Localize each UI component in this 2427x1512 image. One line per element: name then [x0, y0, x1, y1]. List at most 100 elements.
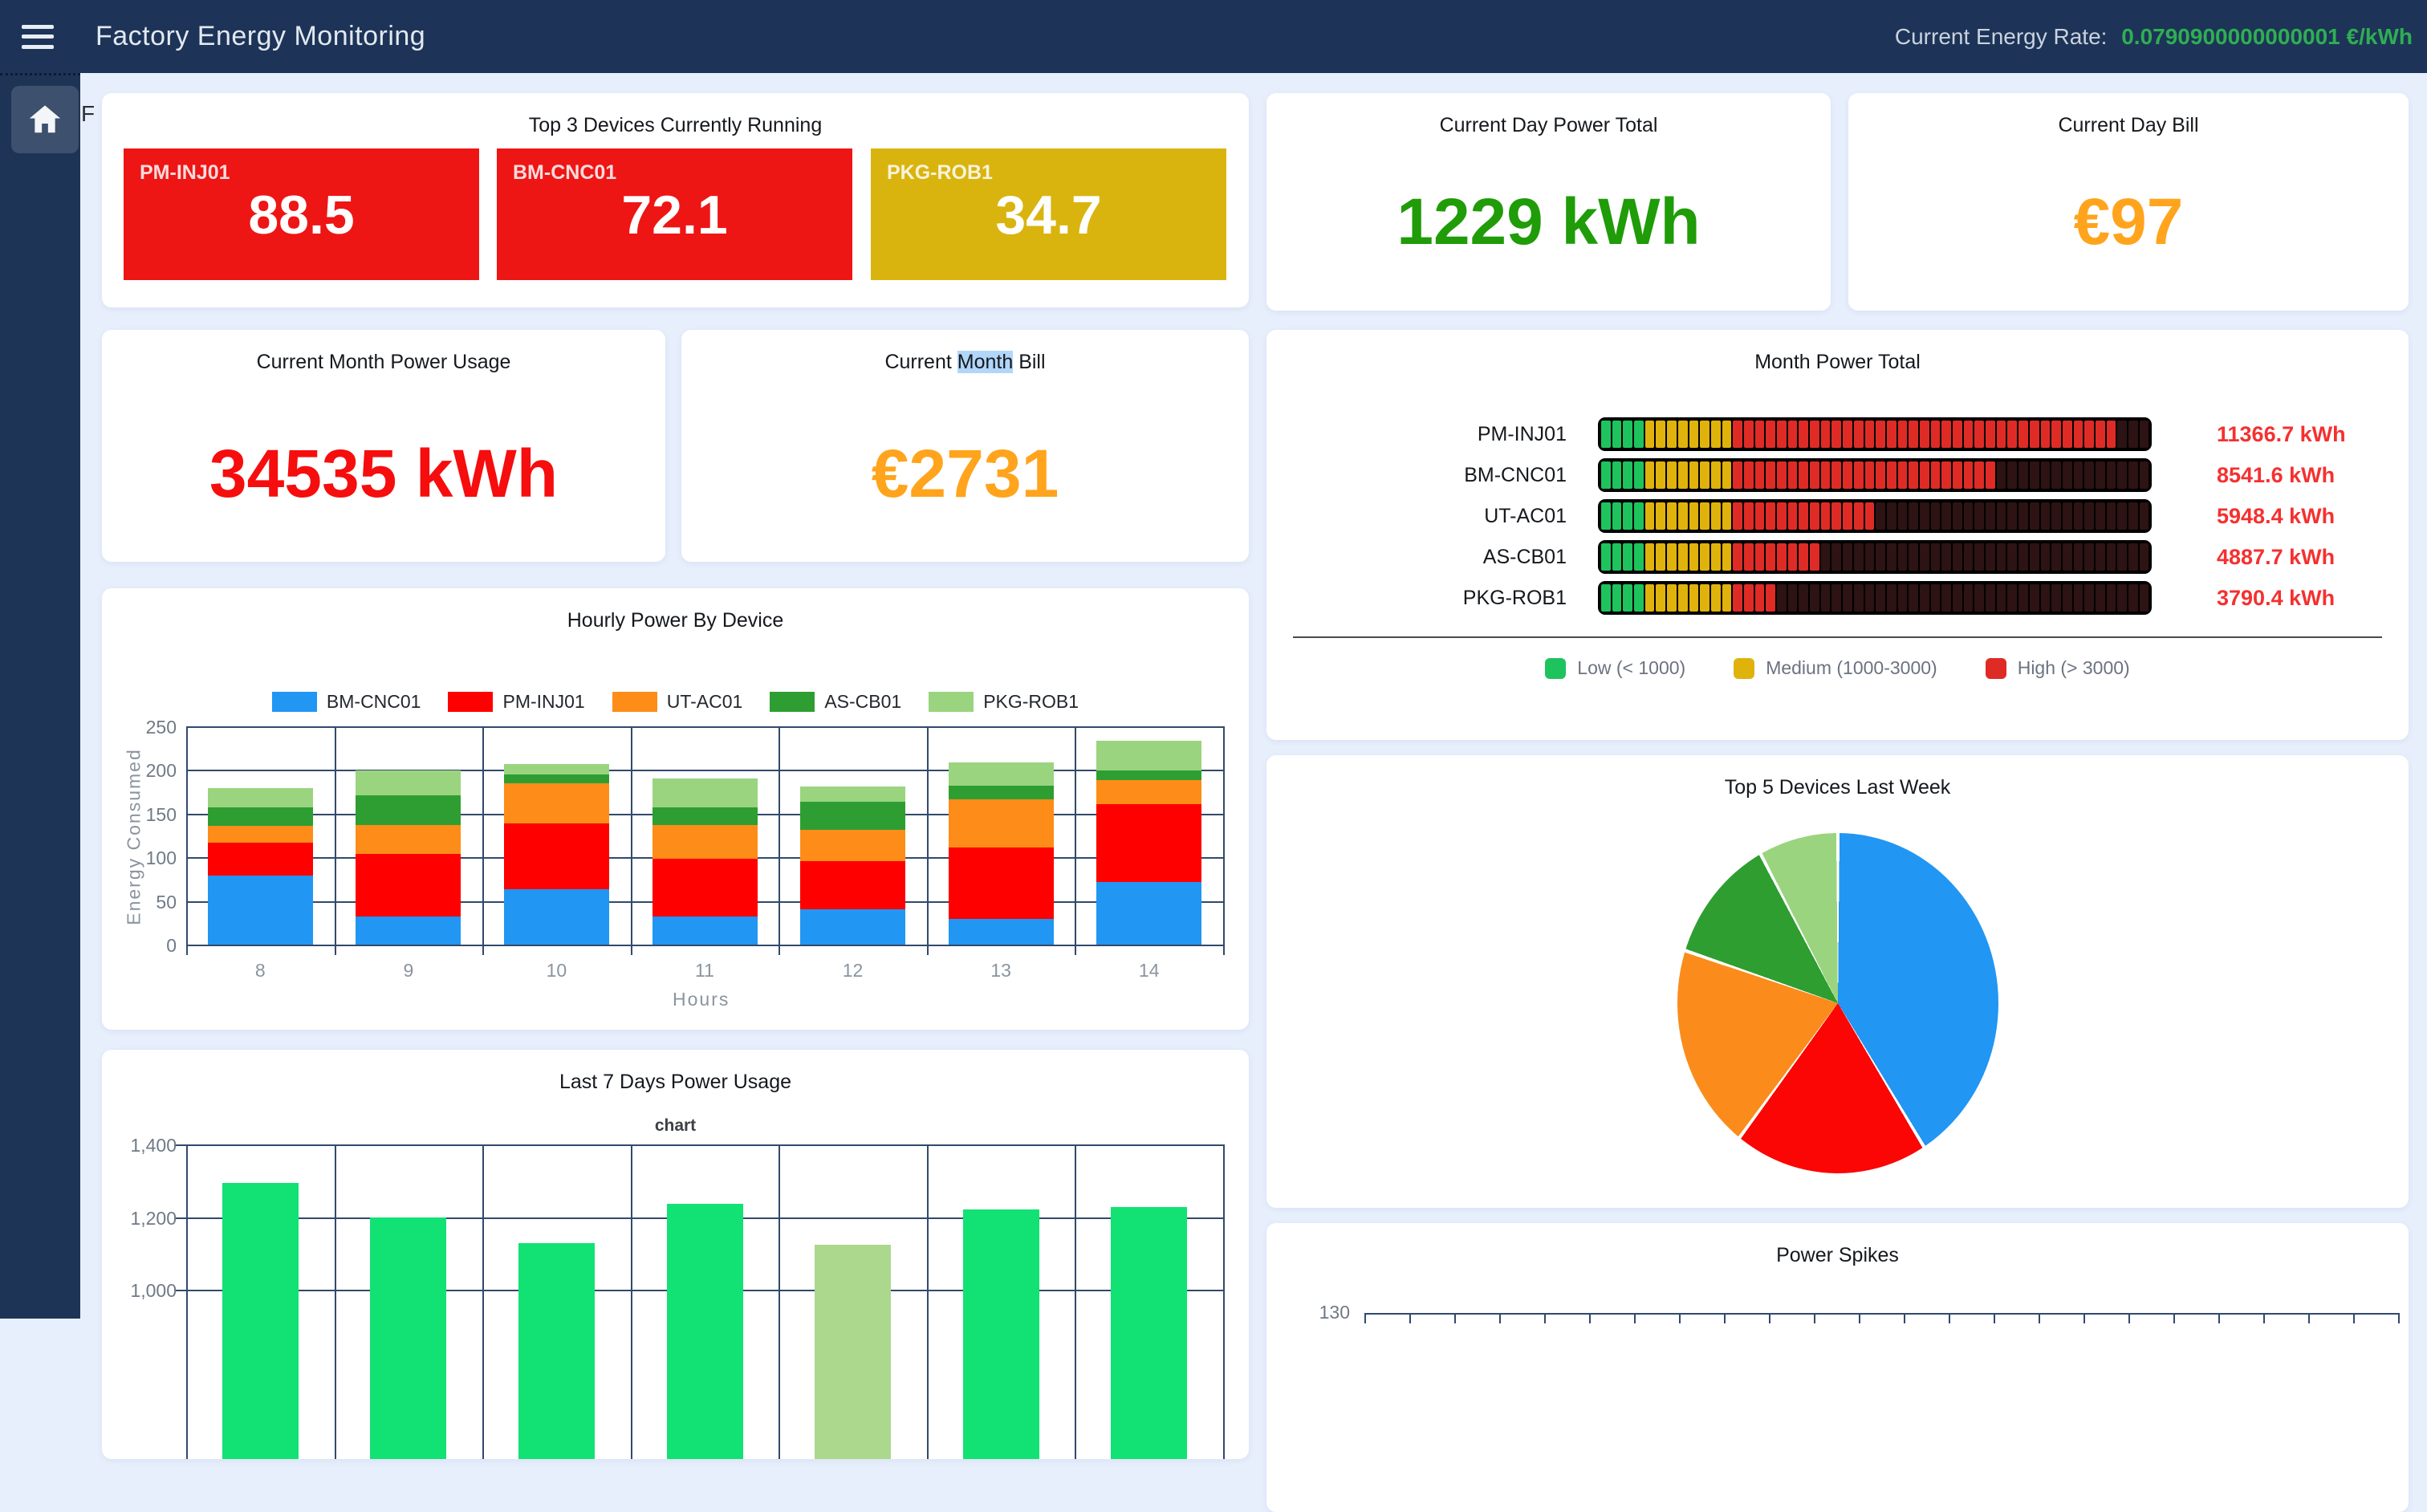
- gauge-segment: [2117, 502, 2127, 530]
- sidebar-item-home[interactable]: [11, 86, 79, 153]
- gauge-segment: [1821, 543, 1831, 571]
- x-axis-tick: [1075, 945, 1076, 955]
- gridline: [927, 1144, 929, 1459]
- gauge-segment: [2007, 502, 2017, 530]
- gridline: [1075, 1144, 1076, 1459]
- gauge-segment: [1810, 421, 1819, 448]
- gauge-segment: [1777, 502, 1787, 530]
- gauge-segment: [2030, 543, 2039, 571]
- stacked-bar-segment: [652, 778, 758, 807]
- gauge-segment: [1843, 461, 1852, 489]
- gauge-segment: [1612, 461, 1622, 489]
- gauge-segment: [1744, 461, 1754, 489]
- gauge-segment: [1821, 421, 1831, 448]
- gauge-row-label: PKG-ROB1: [1299, 587, 1567, 610]
- gauge-segment: [2074, 502, 2083, 530]
- gauge-segment: [1986, 461, 1995, 489]
- gauge-segment: [1711, 543, 1721, 571]
- stacked-bar-segment: [652, 825, 758, 859]
- gauge-segment: [2041, 421, 2051, 448]
- stacked-bar-segment: [800, 909, 905, 945]
- x-axis-tick: [1814, 1313, 1815, 1323]
- gauge-segment: [1974, 502, 1984, 530]
- gridline: [186, 1144, 188, 1459]
- gauge-segment: [1898, 584, 1908, 612]
- stacked-bar-segment: [208, 807, 313, 826]
- stacked-bar-segment: [504, 889, 609, 945]
- gauge-row: PKG-ROB1 3790.4 kWh: [1266, 581, 2409, 615]
- gridline: [631, 1144, 632, 1459]
- gauge-segment: [1931, 461, 1941, 489]
- gauge-segment: [2074, 543, 2083, 571]
- x-axis-title: Hours: [673, 989, 730, 1010]
- page-title: Factory Energy Monitoring: [96, 21, 425, 52]
- y-axis-tick-label: 1,200: [104, 1208, 177, 1230]
- gauge-segment: [2084, 461, 2094, 489]
- gauge-segment: [2051, 584, 2061, 612]
- gauge-segment: [2007, 543, 2017, 571]
- gauge-row-value: 4887.7 kWh: [2217, 545, 2335, 570]
- x-axis-tick: [1499, 1313, 1501, 1323]
- gauge-segment: [1711, 461, 1721, 489]
- gauge-segment: [1821, 584, 1831, 612]
- x-axis-tick: [1859, 1313, 1860, 1323]
- gauge-segment: [2140, 421, 2149, 448]
- gauge-segment: [2074, 461, 2083, 489]
- x-axis-tick-label: 14: [1097, 960, 1201, 982]
- gauge-segment: [1700, 421, 1709, 448]
- gauge-segment: [1931, 421, 1941, 448]
- gauge-segment: [2117, 584, 2127, 612]
- gauge-segment: [2030, 461, 2039, 489]
- gauge-segment: [1909, 584, 1918, 612]
- gauge-segment: [1964, 543, 1974, 571]
- gauge-segment: [1733, 502, 1742, 530]
- stacked-bar-segment: [652, 917, 758, 945]
- gauge-segment: [1986, 502, 1995, 530]
- gauge-segment: [1689, 461, 1699, 489]
- x-axis-tick: [2263, 1313, 2265, 1323]
- gauge-segment: [1678, 584, 1688, 612]
- hourly-stacked-bar-chart: 050100150200250891011121314HoursEnergy C…: [102, 588, 1249, 1030]
- gauge-segment: [1601, 502, 1611, 530]
- gauge-row-value: 8541.6 kWh: [2217, 463, 2335, 488]
- gauge-segment: [1920, 543, 1929, 571]
- gridline: [1223, 1144, 1225, 1459]
- hamburger-menu-icon[interactable]: [22, 25, 54, 49]
- gauge-segment: [1700, 502, 1709, 530]
- stacked-bar-segment: [1096, 780, 1201, 803]
- device-tile-value: 34.7: [871, 184, 1226, 246]
- gauge-segment: [2096, 502, 2105, 530]
- stacked-bar-segment: [800, 802, 905, 831]
- gridline: [335, 1144, 336, 1459]
- gauge-segment: [1997, 543, 2006, 571]
- gridline: [927, 726, 929, 945]
- gauge-row-value: 3790.4 kWh: [2217, 586, 2335, 611]
- gauge-segment: [1755, 461, 1765, 489]
- gauge-segment: [1656, 421, 1665, 448]
- gauge-segment: [2096, 461, 2105, 489]
- device-tile-label: PM-INJ01: [140, 161, 230, 185]
- legend-swatch-icon: [1545, 658, 1566, 679]
- gauge-segment: [1667, 543, 1677, 571]
- gauge-segment: [1920, 502, 1929, 530]
- x-axis-tick-label: 13: [949, 960, 1053, 982]
- energy-rate-label: Current Energy Rate:: [1895, 24, 2108, 49]
- gauge-segment: [1821, 502, 1831, 530]
- legend-separator: [1293, 636, 2382, 638]
- gauge-segment: [1964, 421, 1974, 448]
- gauge-segment: [2030, 584, 2039, 612]
- x-axis-tick: [1634, 1313, 1636, 1323]
- stacked-bar-segment: [504, 823, 609, 890]
- gauge-segment: [1667, 421, 1677, 448]
- gauge-segment: [1634, 584, 1644, 612]
- gauge-segment: [2063, 502, 2072, 530]
- gauge-segment: [1974, 584, 1984, 612]
- energy-rate: Current Energy Rate: 0.0790900000000001 …: [1895, 24, 2413, 50]
- legend-label: Medium (1000-3000): [1766, 657, 1937, 679]
- gauge-segment: [1700, 461, 1709, 489]
- gauge-segment: [2140, 502, 2149, 530]
- stacked-bar-segment: [1096, 741, 1201, 770]
- gauge-segment: [1744, 421, 1754, 448]
- gauge-segment: [1986, 421, 1995, 448]
- gauge-segment: [1887, 584, 1896, 612]
